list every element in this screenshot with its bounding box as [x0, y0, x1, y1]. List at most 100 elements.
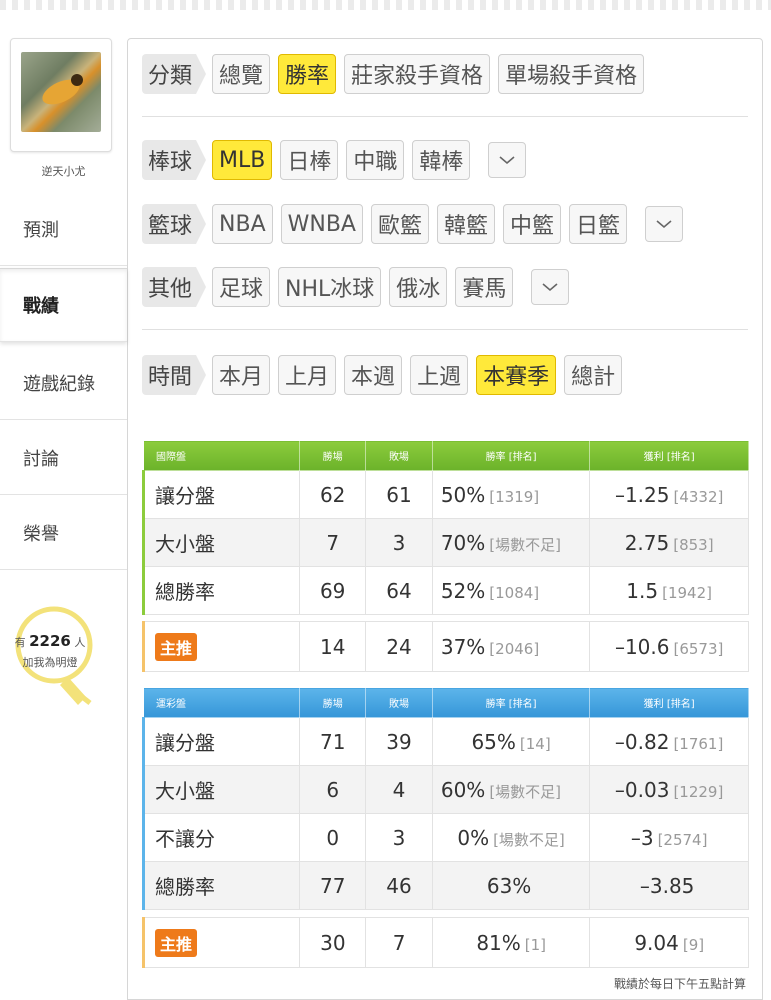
profit: –3.85	[639, 873, 695, 898]
sidebar-item-predict[interactable]: 預測	[0, 192, 127, 266]
avatar-frame[interactable]	[10, 38, 112, 152]
col-header: 勝率 [排名]	[431, 440, 591, 471]
username[interactable]: 逆天小尤	[0, 163, 127, 179]
time-filter: 時間 本月 上月 本週 上週 本賽季 總計	[142, 354, 630, 396]
profit-rank: [4332]	[673, 487, 724, 506]
col-header: 敗場	[365, 687, 433, 718]
filter-japan-bb[interactable]: 日籃	[569, 204, 628, 244]
filter-last-month[interactable]: 上月	[278, 355, 337, 395]
filter-this-season[interactable]: 本賽季	[476, 355, 557, 395]
avatar[interactable]	[21, 52, 101, 132]
col-header: 勝場	[299, 440, 367, 471]
light-suffix: 人	[74, 636, 86, 649]
table-row: 總勝率 69 64 52% [1084] 1.5 [1942]	[141, 566, 749, 615]
filter-last-week[interactable]: 上週	[410, 355, 469, 395]
profit: 9.04	[634, 930, 679, 955]
filter-korea-bb[interactable]: 韓籃	[437, 204, 496, 244]
baseball-filter: 棒球 MLB 日棒 中職 韓棒	[142, 139, 527, 181]
win-rate-cell: 65% [14]	[431, 717, 591, 766]
filter-euro[interactable]: 歐籃	[370, 204, 429, 244]
profit-cell: 2.75 [853]	[589, 518, 749, 567]
win-count: 14	[299, 621, 367, 672]
lottery-stats-table: 運彩盤 勝場 敗場 勝率 [排名] 獲利 [排名] 讓分盤 71 39 65%[…	[141, 687, 749, 910]
basketball-dropdown[interactable]	[645, 206, 684, 242]
main-pick-tag[interactable]: 主推	[155, 632, 198, 661]
win-rate: 60%	[440, 777, 486, 802]
filter-soccer[interactable]: 足球	[212, 267, 271, 307]
filter-label: 籃球	[142, 204, 207, 244]
win-rate: 81%	[476, 930, 521, 955]
win-rate: 50%	[440, 482, 486, 507]
table-row: 讓分盤 62 61 50% [1319] –1.25 [4332]	[141, 470, 749, 519]
win-count: 7	[299, 518, 367, 567]
sidebar-item-label: 預測	[23, 219, 59, 241]
profit-cell: –10.6 [6573]	[589, 621, 749, 672]
sidebar: 逆天小尤 預測 戰績 遊戲紀錄 討論 榮譽 有 2226 人 加我為明燈	[0, 10, 127, 1000]
row-name: 大小盤	[141, 518, 301, 567]
filter-mlb[interactable]: MLB	[212, 140, 273, 180]
light-prefix: 有	[14, 636, 26, 649]
table-row: 主推 14 24 37% [2046] –10.6 [6573]	[141, 621, 749, 672]
profit-cell: –0.82 [1761]	[589, 717, 749, 766]
sidebar-item-record[interactable]: 戰績	[0, 268, 127, 342]
win-count: 77	[299, 861, 367, 910]
profit-rank: [2574]	[657, 830, 708, 849]
col-header: 運彩盤	[142, 687, 301, 718]
filter-win-rate[interactable]: 勝率	[278, 54, 337, 94]
profit-cell: 9.04 [9]	[589, 917, 749, 968]
row-name: 大小盤	[141, 765, 301, 814]
light-count-number: 2226	[29, 632, 71, 650]
filter-china-bb[interactable]: 中籃	[503, 204, 562, 244]
filter-wnba[interactable]: WNBA	[280, 204, 363, 244]
rate-rank: [場數不足]	[493, 830, 565, 849]
profit-cell: –3 [2574]	[589, 813, 749, 862]
win-rate-cell: 50% [1319]	[431, 470, 591, 519]
profit-rank: [9]	[682, 935, 705, 954]
main-panel: 分類 總覽 勝率 莊家殺手資格 單場殺手資格 棒球 MLB 日棒 中職 韓棒 籃…	[127, 38, 763, 1000]
sidebar-item-game-log[interactable]: 遊戲紀錄	[0, 346, 127, 420]
filter-khl[interactable]: 俄冰	[389, 267, 448, 307]
filter-cpbl[interactable]: 中職	[346, 140, 405, 180]
filter-overview[interactable]: 總覽	[212, 54, 271, 94]
rate-rank: [場數不足]	[489, 782, 562, 801]
filter-npb[interactable]: 日棒	[280, 140, 339, 180]
filter-bookie-killer[interactable]: 莊家殺手資格	[344, 54, 491, 94]
win-rate: 63%	[486, 873, 532, 898]
filter-this-month[interactable]: 本月	[212, 355, 271, 395]
light-count[interactable]: 有 2226 人	[0, 632, 100, 650]
profit-rank: [1761]	[673, 734, 724, 753]
main-pick-tag[interactable]: 主推	[155, 928, 198, 957]
win-count: 6	[299, 765, 367, 814]
win-rate-cell: 81% [1]	[431, 917, 591, 968]
main-pick-cell: 主推	[141, 621, 301, 672]
col-header: 獲利 [排名]	[589, 687, 749, 718]
other-dropdown[interactable]	[531, 269, 570, 305]
profit: 1.5	[626, 578, 659, 603]
filter-kbo[interactable]: 韓棒	[412, 140, 471, 180]
win-rate: 65%	[471, 729, 516, 754]
filter-nhl[interactable]: NHL冰球	[278, 267, 382, 307]
win-rate-cell: 37% [2046]	[431, 621, 591, 672]
sidebar-item-discussion[interactable]: 討論	[0, 421, 127, 495]
filter-nba[interactable]: NBA	[212, 204, 273, 244]
other-filter: 其他 足球 NHL冰球 俄冰 賽馬	[142, 266, 570, 308]
filter-label: 分類	[142, 54, 207, 94]
sidebar-item-label: 榮譽	[23, 523, 59, 545]
sidebar-item-honor[interactable]: 榮譽	[0, 496, 127, 570]
profit: –1.25	[614, 482, 670, 507]
filter-horse[interactable]: 賽馬	[455, 267, 514, 307]
top-border	[0, 0, 771, 10]
chevron-down-icon	[499, 156, 515, 165]
filter-this-week[interactable]: 本週	[344, 355, 403, 395]
baseball-dropdown[interactable]	[488, 142, 527, 178]
win-rate-cell: 0% [場數不足]	[431, 813, 591, 862]
col-header: 勝場	[299, 687, 367, 718]
win-count: 0	[299, 813, 367, 862]
filter-single-killer[interactable]: 單場殺手資格	[498, 54, 645, 94]
light-caption[interactable]: 加我為明燈	[0, 654, 100, 670]
divider	[142, 116, 748, 117]
profit-rank: [1942]	[662, 583, 712, 602]
filter-total[interactable]: 總計	[564, 355, 623, 395]
win-rate-cell: 70% [場數不足]	[431, 518, 591, 567]
profit-rank: [6573]	[673, 639, 724, 658]
